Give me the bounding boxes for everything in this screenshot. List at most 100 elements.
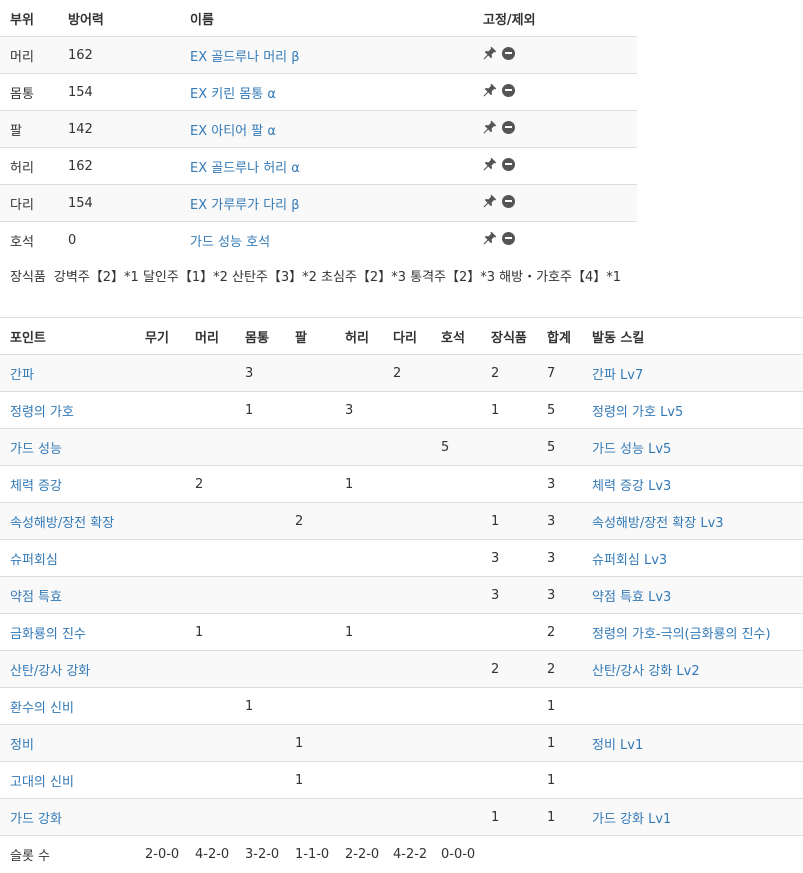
pin-icon[interactable] (483, 120, 497, 134)
armor-name-link[interactable]: EX 아티어 팔 α (190, 124, 276, 139)
skill-name-link[interactable]: 약점 특효 (10, 590, 62, 605)
exclude-icon[interactable] (502, 83, 515, 97)
armor-row: 팔 142 EX 아티어 팔 α (0, 110, 637, 148)
skill-body-value: 1 (235, 391, 285, 429)
pin-icon[interactable] (483, 83, 497, 97)
skill-name-cell: 산탄/강사 강화 (0, 650, 135, 688)
skill-head-value (185, 502, 235, 540)
armor-name-link[interactable]: 가드 성능 호석 (190, 235, 270, 250)
skill-weapon-value (135, 539, 185, 577)
skill-waist-value: 1 (335, 465, 383, 503)
skill-charm-value: 5 (431, 428, 481, 466)
skill-body-value: 1 (235, 687, 285, 725)
armor-header-row: 부위 방어력 이름 고정/제외 (0, 0, 637, 37)
armor-name-cell: 가드 성능 호석 (180, 221, 473, 259)
armor-name-cell: EX 가루루가 다리 β (180, 184, 473, 222)
active-skill-link[interactable]: 가드 강화 Lv1 (592, 812, 671, 827)
skill-name-link[interactable]: 정비 (10, 738, 34, 753)
skill-arm-value: 2 (285, 502, 335, 540)
armor-name-link[interactable]: EX 가루루가 다리 β (190, 198, 300, 213)
skill-arm-value: 1 (285, 724, 335, 762)
skill-row: 약점 특효 3 3 약점 특효 Lv3 (0, 576, 803, 614)
skill-row: 정비 1 1 정비 Lv1 (0, 724, 803, 762)
armor-name-link[interactable]: EX 키린 몸통 α (190, 87, 276, 102)
skill-name-link[interactable]: 산탄/강사 강화 (10, 664, 90, 679)
active-skill-link[interactable]: 가드 성능 Lv5 (592, 442, 671, 457)
skill-total-value: 1 (537, 687, 582, 725)
skill-weapon-value (135, 576, 185, 614)
skills-table: 포인트 무기 머리 몸통 팔 허리 다리 호석 장식품 합계 발동 스킬 간파 3… (0, 317, 803, 873)
active-skill-link[interactable]: 정비 Lv1 (592, 738, 643, 753)
exclude-icon[interactable] (502, 194, 515, 208)
skill-name-link[interactable]: 간파 (10, 368, 34, 383)
skill-leg-value: 2 (383, 354, 431, 392)
skill-body-value (235, 465, 285, 503)
skill-head-value (185, 354, 235, 392)
skill-row: 산탄/강사 강화 2 2 산탄/강사 강화 Lv2 (0, 650, 803, 688)
exclude-icon[interactable] (502, 120, 515, 134)
skill-body-value: 3 (235, 354, 285, 392)
skill-name-link[interactable]: 슈퍼회심 (10, 553, 58, 568)
active-skill-link[interactable]: 산탄/강사 강화 Lv2 (592, 664, 700, 679)
active-skill-link[interactable]: 슈퍼회심 Lv3 (592, 553, 667, 568)
skill-row: 환수의 신비 1 1 (0, 687, 803, 725)
active-skill-link[interactable]: 체력 증강 Lv3 (592, 479, 671, 494)
skill-deco-value: 3 (481, 576, 537, 614)
header-active-skill: 발동 스킬 (582, 317, 803, 355)
skill-name-link[interactable]: 속성해방/장전 확장 (10, 516, 114, 531)
skill-waist-value: 1 (335, 613, 383, 651)
skill-weapon-value (135, 613, 185, 651)
armor-name-link[interactable]: EX 골드루나 허리 α (190, 161, 300, 176)
active-skill-link[interactable]: 약점 특효 Lv3 (592, 590, 671, 605)
active-skill-link[interactable]: 정령의 가호-극의(금화룡의 진수) (592, 627, 771, 642)
pin-icon[interactable] (483, 231, 497, 245)
pin-icon[interactable] (483, 157, 497, 171)
skill-charm-value (431, 798, 481, 836)
skill-name-link[interactable]: 가드 강화 (10, 812, 62, 827)
skill-total-value: 7 (537, 354, 582, 392)
exclude-icon[interactable] (502, 46, 515, 60)
skill-deco-value: 2 (481, 650, 537, 688)
skill-deco-value (481, 687, 537, 725)
active-skill-link[interactable]: 속성해방/장전 확장 Lv3 (592, 516, 724, 531)
skill-total-value: 3 (537, 576, 582, 614)
active-skill-cell: 체력 증강 Lv3 (582, 465, 803, 503)
pin-icon[interactable] (483, 194, 497, 208)
slot-charm: 0-0-0 (431, 835, 481, 873)
skill-name-link[interactable]: 정령의 가호 (10, 405, 74, 420)
skill-name-link[interactable]: 금화룡의 진수 (10, 627, 86, 642)
skill-name-cell: 금화룡의 진수 (0, 613, 135, 651)
slot-arm: 1-1-0 (285, 835, 335, 873)
skill-total-value: 3 (537, 465, 582, 503)
pin-icon[interactable] (483, 46, 497, 60)
skill-name-link[interactable]: 환수의 신비 (10, 701, 74, 716)
skill-head-value (185, 539, 235, 577)
skill-head-value (185, 576, 235, 614)
skill-body-value (235, 798, 285, 836)
skill-charm-value (431, 354, 481, 392)
skill-weapon-value (135, 502, 185, 540)
skill-name-link[interactable]: 가드 성능 (10, 442, 62, 457)
skill-body-value (235, 428, 285, 466)
slot-body: 3-2-0 (235, 835, 285, 873)
skill-name-link[interactable]: 체력 증강 (10, 479, 62, 494)
skill-deco-value: 1 (481, 391, 537, 429)
armor-part: 머리 (0, 36, 58, 74)
skill-row: 속성해방/장전 확장 2 1 3 속성해방/장전 확장 Lv3 (0, 502, 803, 540)
armor-name-cell: EX 골드루나 머리 β (180, 36, 473, 74)
exclude-icon[interactable] (502, 231, 515, 245)
skill-deco-value (481, 724, 537, 762)
skill-leg-value (383, 391, 431, 429)
skill-weapon-value (135, 798, 185, 836)
armor-actions (473, 221, 637, 259)
header-name: 이름 (180, 0, 473, 37)
armor-part: 허리 (0, 147, 58, 185)
skill-waist-value (335, 539, 383, 577)
skill-name-link[interactable]: 고대의 신비 (10, 775, 74, 790)
armor-name-link[interactable]: EX 골드루나 머리 β (190, 50, 300, 65)
active-skill-link[interactable]: 정령의 가호 Lv5 (592, 405, 683, 420)
active-skill-link[interactable]: 간파 Lv7 (592, 368, 643, 383)
header-weapon: 무기 (135, 317, 185, 355)
header-charm: 호석 (431, 317, 481, 355)
exclude-icon[interactable] (502, 157, 515, 171)
